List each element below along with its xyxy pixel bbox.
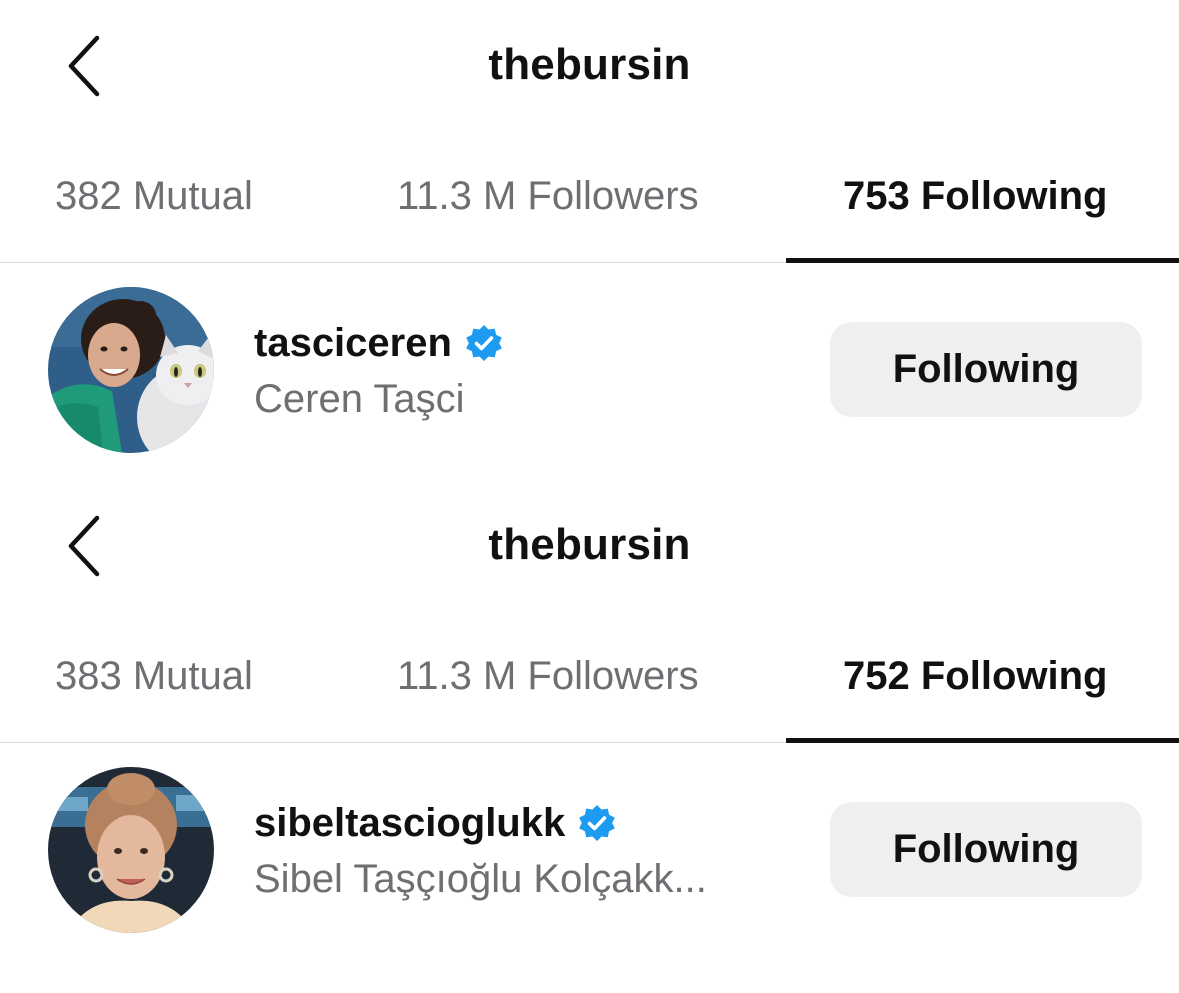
verified-badge-icon [579,805,616,841]
list-item[interactable]: sibeltascioglukk Sibel Taşçıoğlu Kolçakk… [0,765,1179,935]
tab-bar: 383 Mutual 11.3 M Followers 752 Followin… [0,648,1179,744]
tab-followers[interactable]: 11.3 M Followers [397,174,699,219]
tab-followers[interactable]: 11.3 M Followers [397,654,699,699]
page-title: thebursin [488,40,691,89]
tab-mutual[interactable]: 383 Mutual [55,654,253,699]
avatar[interactable] [48,767,214,933]
following-button[interactable]: Following [830,322,1142,417]
page-title: thebursin [488,520,691,569]
avatar[interactable] [48,287,214,453]
active-tab-indicator [786,258,1179,263]
username[interactable]: sibeltascioglukk [254,801,565,846]
following-screen-2: thebursin 383 Mutual 11.3 M Followers 75… [0,480,1179,993]
full-name: Sibel Taşçıoğlu Kolçakk... [254,857,707,901]
tab-mutual[interactable]: 382 Mutual [55,174,253,219]
following-button[interactable]: Following [830,802,1142,897]
full-name: Ceren Taşci [254,377,465,421]
tab-following[interactable]: 753 Following [843,174,1107,219]
following-screen-1: thebursin 382 Mutual 11.3 M Followers 75… [0,0,1179,480]
verified-badge-icon [466,325,502,361]
username-line: sibeltascioglukk [254,799,617,847]
active-tab-indicator [786,738,1179,743]
username[interactable]: tasciceren [254,321,452,366]
list-item[interactable]: tasciceren Ceren Taşci Following [0,285,1179,455]
username-line: tasciceren [254,319,504,367]
tab-following[interactable]: 752 Following [843,654,1107,699]
tab-bar: 382 Mutual 11.3 M Followers 753 Followin… [0,168,1179,264]
